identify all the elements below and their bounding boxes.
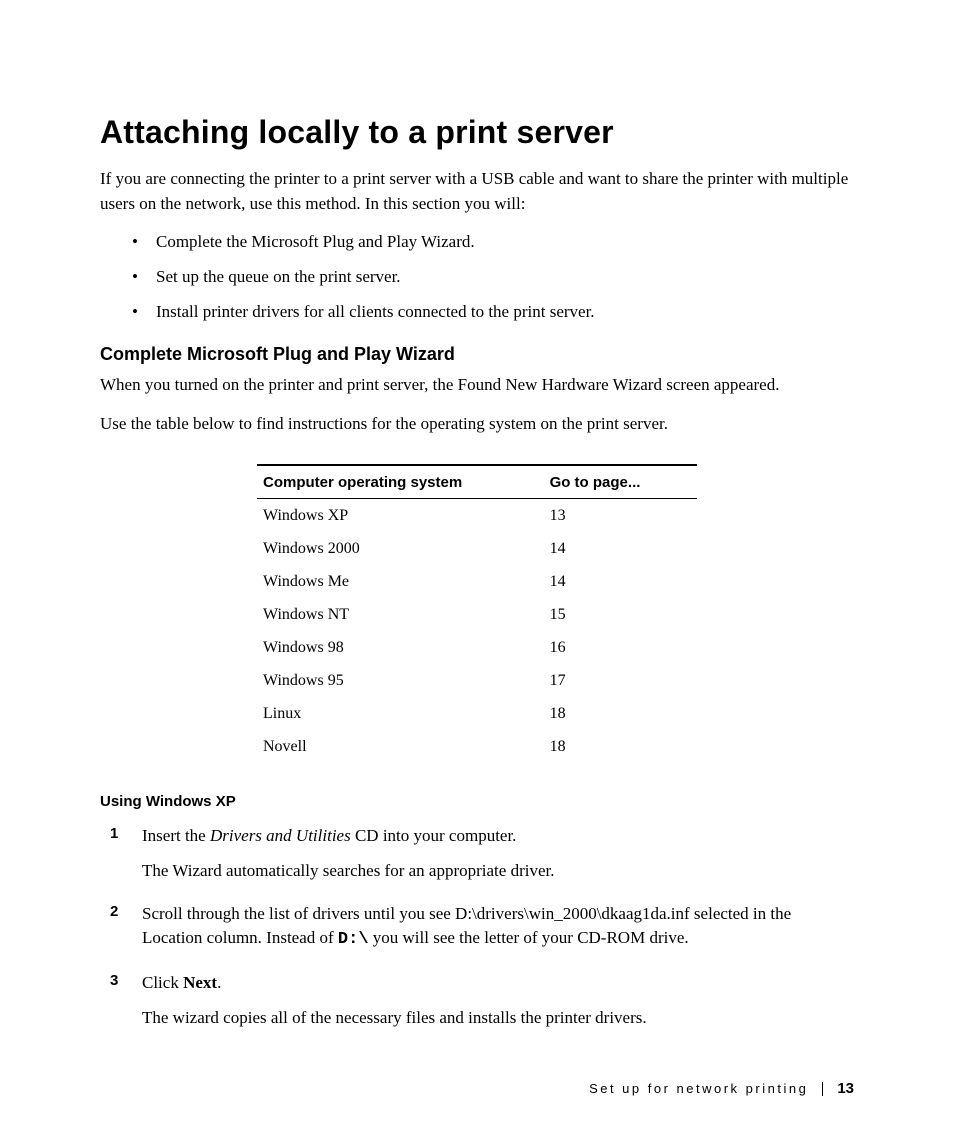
step-text: Click Next. <box>142 971 854 996</box>
table-row: Linux 18 <box>257 697 697 730</box>
cell-page: 14 <box>544 565 697 598</box>
cell-os: Windows 2000 <box>257 532 544 565</box>
step-text: Insert the Drivers and Utilities CD into… <box>142 824 854 849</box>
cell-os: Windows 95 <box>257 664 544 697</box>
table-row: Novell 18 <box>257 730 697 763</box>
page: Attaching locally to a print server If y… <box>0 0 954 1145</box>
table-row: Windows XP 13 <box>257 499 697 532</box>
cell-os: Windows NT <box>257 598 544 631</box>
cell-page: 14 <box>544 532 697 565</box>
section-paragraph: When you turned on the printer and print… <box>100 373 854 398</box>
table-header-page: Go to page... <box>544 466 697 498</box>
step-item: 2 Scroll through the list of drivers unt… <box>142 902 854 953</box>
section-heading: Complete Microsoft Plug and Play Wizard <box>100 344 854 365</box>
cell-os: Linux <box>257 697 544 730</box>
cell-page: 17 <box>544 664 697 697</box>
intro-bullets: Complete the Microsoft Plug and Play Wiz… <box>100 230 854 324</box>
footer-page-number: 13 <box>837 1080 854 1097</box>
cell-os: Novell <box>257 730 544 763</box>
footer-section-title: Set up for network printing <box>589 1081 808 1096</box>
subsection-heading: Using Windows XP <box>100 793 854 810</box>
step-followup: The Wizard automatically searches for an… <box>142 859 854 884</box>
intro-paragraph: If you are connecting the printer to a p… <box>100 167 854 216</box>
step-followup: The wizard copies all of the necessary f… <box>142 1006 854 1031</box>
table-row: Windows Me 14 <box>257 565 697 598</box>
table-header-row: Computer operating system Go to page... <box>257 466 697 499</box>
cell-page: 16 <box>544 631 697 664</box>
cell-os: Windows Me <box>257 565 544 598</box>
list-item: Set up the queue on the print server. <box>156 265 854 290</box>
cell-page: 18 <box>544 697 697 730</box>
step-text: Scroll through the list of drivers until… <box>142 902 854 953</box>
list-item: Complete the Microsoft Plug and Play Wiz… <box>156 230 854 255</box>
list-item: Install printer drivers for all clients … <box>156 300 854 325</box>
table-row: Windows 95 17 <box>257 664 697 697</box>
page-footer: Set up for network printing 13 <box>589 1080 854 1097</box>
section-paragraph: Use the table below to find instructions… <box>100 412 854 437</box>
cell-os: Windows 98 <box>257 631 544 664</box>
step-item: 3 Click Next. The wizard copies all of t… <box>142 971 854 1030</box>
cell-page: 13 <box>544 499 697 532</box>
footer-divider-icon <box>822 1082 823 1096</box>
steps-list: 1 Insert the Drivers and Utilities CD in… <box>100 824 854 1030</box>
os-table: Computer operating system Go to page... … <box>257 464 697 763</box>
table-row: Windows 98 16 <box>257 631 697 664</box>
cell-page: 18 <box>544 730 697 763</box>
cell-os: Windows XP <box>257 499 544 532</box>
step-number: 1 <box>110 825 118 842</box>
step-item: 1 Insert the Drivers and Utilities CD in… <box>142 824 854 883</box>
table-row: Windows 2000 14 <box>257 532 697 565</box>
page-title: Attaching locally to a print server <box>100 114 854 151</box>
table-header-os: Computer operating system <box>257 466 544 498</box>
cell-page: 15 <box>544 598 697 631</box>
step-number: 2 <box>110 903 118 920</box>
table-row: Windows NT 15 <box>257 598 697 631</box>
step-number: 3 <box>110 972 118 989</box>
